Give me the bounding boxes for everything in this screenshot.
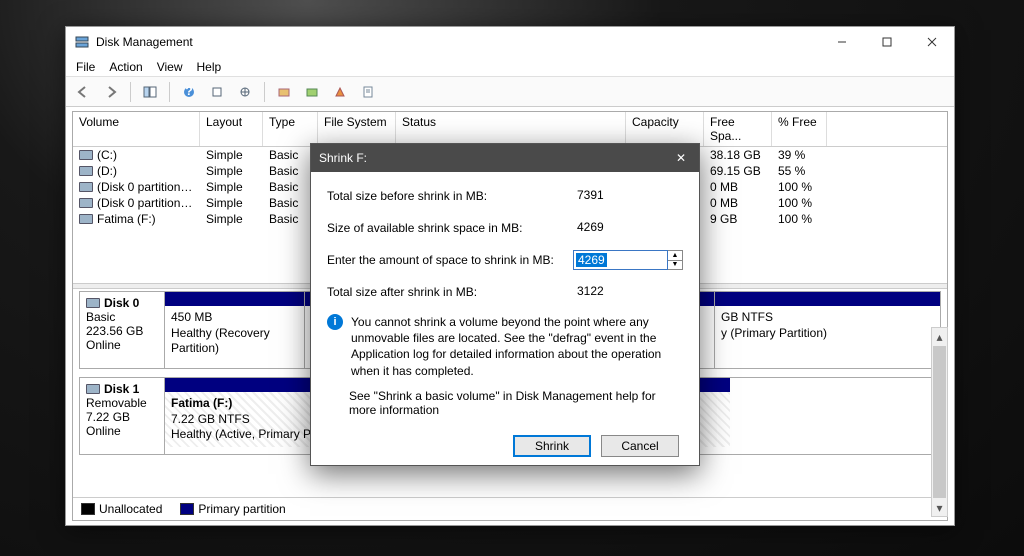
drive-icon bbox=[79, 214, 93, 224]
list-header: Volume Layout Type File System Status Ca… bbox=[73, 112, 947, 147]
window-title: Disk Management bbox=[96, 35, 819, 49]
scroll-up-icon[interactable]: ▴ bbox=[932, 328, 947, 345]
disk0-part0[interactable]: 450 MB Healthy (Recovery Partition) bbox=[165, 292, 305, 368]
forward-icon[interactable] bbox=[100, 81, 122, 103]
scroll-thumb[interactable] bbox=[933, 346, 946, 498]
dialog-close-icon[interactable]: ✕ bbox=[671, 151, 691, 165]
total-after-value: 3122 bbox=[573, 282, 683, 302]
vertical-scrollbar[interactable]: ▴ ▾ bbox=[931, 327, 948, 517]
drive-icon bbox=[79, 150, 93, 160]
avail-value: 4269 bbox=[573, 218, 683, 238]
scroll-down-icon[interactable]: ▾ bbox=[932, 499, 947, 516]
disk-0-label: Disk 0 Basic 223.56 GB Online bbox=[80, 292, 165, 368]
toolbar: ? bbox=[66, 77, 954, 107]
dialog-title: Shrink F: bbox=[319, 151, 671, 165]
close-button[interactable] bbox=[909, 27, 954, 57]
menu-view[interactable]: View bbox=[151, 58, 189, 76]
info-text: You cannot shrink a volume beyond the po… bbox=[351, 314, 683, 379]
shrink-dialog: Shrink F: ✕ Total size before shrink in … bbox=[310, 143, 700, 466]
back-icon[interactable] bbox=[72, 81, 94, 103]
spinner-buttons[interactable]: ▲▼ bbox=[668, 250, 683, 270]
col-layout[interactable]: Layout bbox=[200, 112, 263, 146]
spin-down-icon[interactable]: ▼ bbox=[668, 261, 682, 270]
legend-primary: Primary partition bbox=[198, 502, 285, 516]
drive-icon bbox=[79, 182, 93, 192]
cancel-button[interactable]: Cancel bbox=[601, 435, 679, 457]
col-type[interactable]: Type bbox=[263, 112, 318, 146]
disk0-part3[interactable]: GB NTFS y (Primary Partition) bbox=[715, 292, 940, 368]
total-after-label: Total size after shrink in MB: bbox=[327, 285, 573, 299]
total-before-label: Total size before shrink in MB: bbox=[327, 189, 573, 203]
rescan-icon[interactable] bbox=[234, 81, 256, 103]
app-icon bbox=[74, 34, 90, 50]
menu-help[interactable]: Help bbox=[191, 58, 228, 76]
action1-icon[interactable] bbox=[273, 81, 295, 103]
enter-amount-label: Enter the amount of space to shrink in M… bbox=[327, 253, 573, 267]
menubar: File Action View Help bbox=[66, 57, 954, 77]
drive-icon bbox=[79, 198, 93, 208]
svg-text:?: ? bbox=[185, 86, 192, 98]
total-before-value: 7391 bbox=[573, 186, 683, 206]
col-status[interactable]: Status bbox=[396, 112, 626, 146]
disk-1-label: Disk 1 Removable 7.22 GB Online bbox=[80, 378, 165, 454]
shrink-button[interactable]: Shrink bbox=[513, 435, 591, 457]
action3-icon[interactable] bbox=[329, 81, 351, 103]
help-text: See "Shrink a basic volume" in Disk Mana… bbox=[349, 389, 683, 417]
col-capacity[interactable]: Capacity bbox=[626, 112, 704, 146]
help-icon[interactable]: ? bbox=[178, 81, 200, 103]
properties-icon[interactable] bbox=[357, 81, 379, 103]
show-tree-icon[interactable] bbox=[139, 81, 161, 103]
dialog-titlebar[interactable]: Shrink F: ✕ bbox=[311, 144, 699, 172]
col-fs[interactable]: File System bbox=[318, 112, 396, 146]
col-volume[interactable]: Volume bbox=[73, 112, 200, 146]
col-pctfree[interactable]: % Free bbox=[772, 112, 827, 146]
menu-action[interactable]: Action bbox=[103, 58, 148, 76]
shrink-amount-input[interactable]: 4269 bbox=[573, 250, 668, 270]
titlebar[interactable]: Disk Management bbox=[66, 27, 954, 57]
col-free[interactable]: Free Spa... bbox=[704, 112, 772, 146]
minimize-button[interactable] bbox=[819, 27, 864, 57]
drive-icon bbox=[79, 166, 93, 176]
refresh-icon[interactable] bbox=[206, 81, 228, 103]
legend-unallocated: Unallocated bbox=[99, 502, 162, 516]
spin-up-icon[interactable]: ▲ bbox=[668, 251, 682, 261]
info-icon: i bbox=[327, 314, 343, 330]
action2-icon[interactable] bbox=[301, 81, 323, 103]
avail-label: Size of available shrink space in MB: bbox=[327, 221, 573, 235]
menu-file[interactable]: File bbox=[70, 58, 101, 76]
maximize-button[interactable] bbox=[864, 27, 909, 57]
legend: Unallocated Primary partition bbox=[73, 497, 947, 520]
